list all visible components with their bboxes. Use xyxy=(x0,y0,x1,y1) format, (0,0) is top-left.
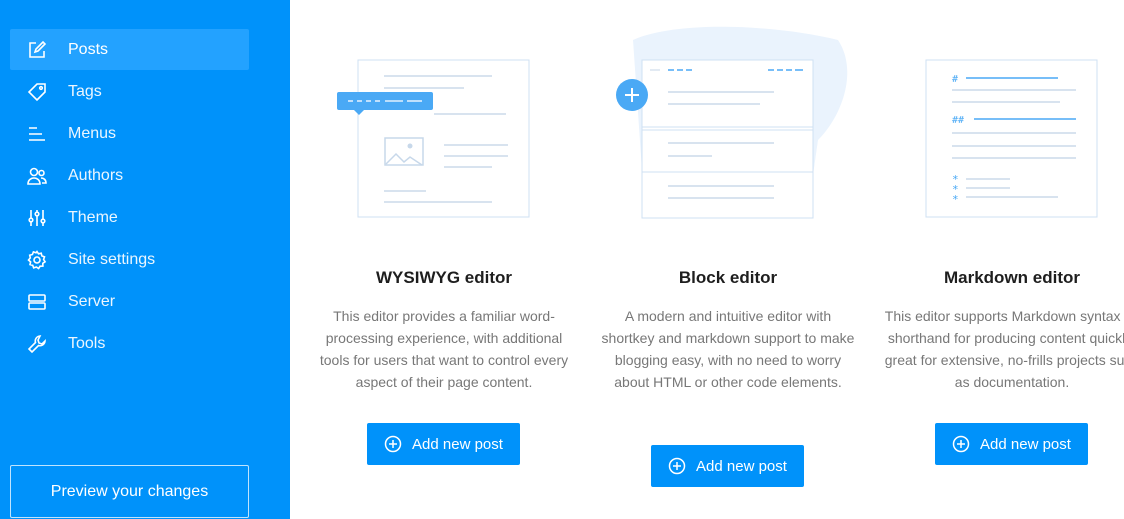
markdown-illustration: # ## * * * xyxy=(925,59,1098,218)
add-new-post-button[interactable]: Add new post xyxy=(367,423,520,465)
sidebar-item-label: Authors xyxy=(68,166,124,184)
preview-changes-button[interactable]: Preview your changes xyxy=(10,465,249,518)
wrench-icon xyxy=(27,334,47,354)
button-label: Add new post xyxy=(696,457,787,475)
plus-circle-icon xyxy=(668,457,686,475)
sidebar-item-label: Menus xyxy=(68,124,117,142)
sidebar-item-label: Tools xyxy=(68,334,106,352)
sidebar-item-tools[interactable]: Tools xyxy=(10,323,249,364)
tag-icon xyxy=(27,82,47,102)
edit-icon xyxy=(27,40,47,60)
sliders-icon xyxy=(27,208,47,228)
card-description: This editor provides a familiar word-pro… xyxy=(319,308,569,390)
card-title: WYSIWYG editor xyxy=(376,268,512,287)
editor-selection: WYSIWYG editor This editor provides a fa… xyxy=(290,0,1124,519)
button-label: Add new post xyxy=(412,435,503,453)
menu-icon xyxy=(27,124,47,144)
add-new-post-button[interactable]: Add new post xyxy=(651,445,804,487)
sidebar-item-authors[interactable]: Authors xyxy=(10,155,249,196)
card-title: Block editor xyxy=(678,268,778,287)
svg-text:##: ## xyxy=(952,115,964,126)
sidebar-item-server[interactable]: Server xyxy=(10,281,249,322)
card-description: This editor supports Markdown syntax as … xyxy=(884,308,1124,390)
wysiwyg-illustration xyxy=(337,59,530,218)
plus-circle-icon xyxy=(384,435,402,453)
button-label: Add new post xyxy=(980,435,1071,453)
sidebar: Posts Tags Menus Authors Theme Site sett… xyxy=(0,0,290,519)
sidebar-item-label: Server xyxy=(68,292,116,310)
sidebar-item-label: Tags xyxy=(68,82,102,100)
sidebar-item-theme[interactable]: Theme xyxy=(10,197,249,238)
sidebar-item-label: Posts xyxy=(68,40,109,58)
card-description: A modern and intuitive editor with short… xyxy=(601,308,855,390)
add-new-post-button[interactable]: Add new post xyxy=(935,423,1088,465)
sidebar-item-label: Theme xyxy=(68,208,118,226)
card-title: Markdown editor xyxy=(943,268,1080,287)
sidebar-item-posts[interactable]: Posts xyxy=(10,29,249,70)
sidebar-item-site-settings[interactable]: Site settings xyxy=(10,239,249,280)
plus-circle-icon xyxy=(952,435,970,453)
users-icon xyxy=(27,166,47,186)
sidebar-item-label: Site settings xyxy=(68,250,156,268)
svg-text:*: * xyxy=(952,193,959,206)
svg-text:#: # xyxy=(952,74,958,85)
sidebar-item-tags[interactable]: Tags xyxy=(10,71,249,112)
server-icon xyxy=(27,292,47,312)
gear-icon xyxy=(27,249,47,270)
block-editor-illustration xyxy=(616,26,848,219)
sidebar-item-menus[interactable]: Menus xyxy=(10,113,249,154)
